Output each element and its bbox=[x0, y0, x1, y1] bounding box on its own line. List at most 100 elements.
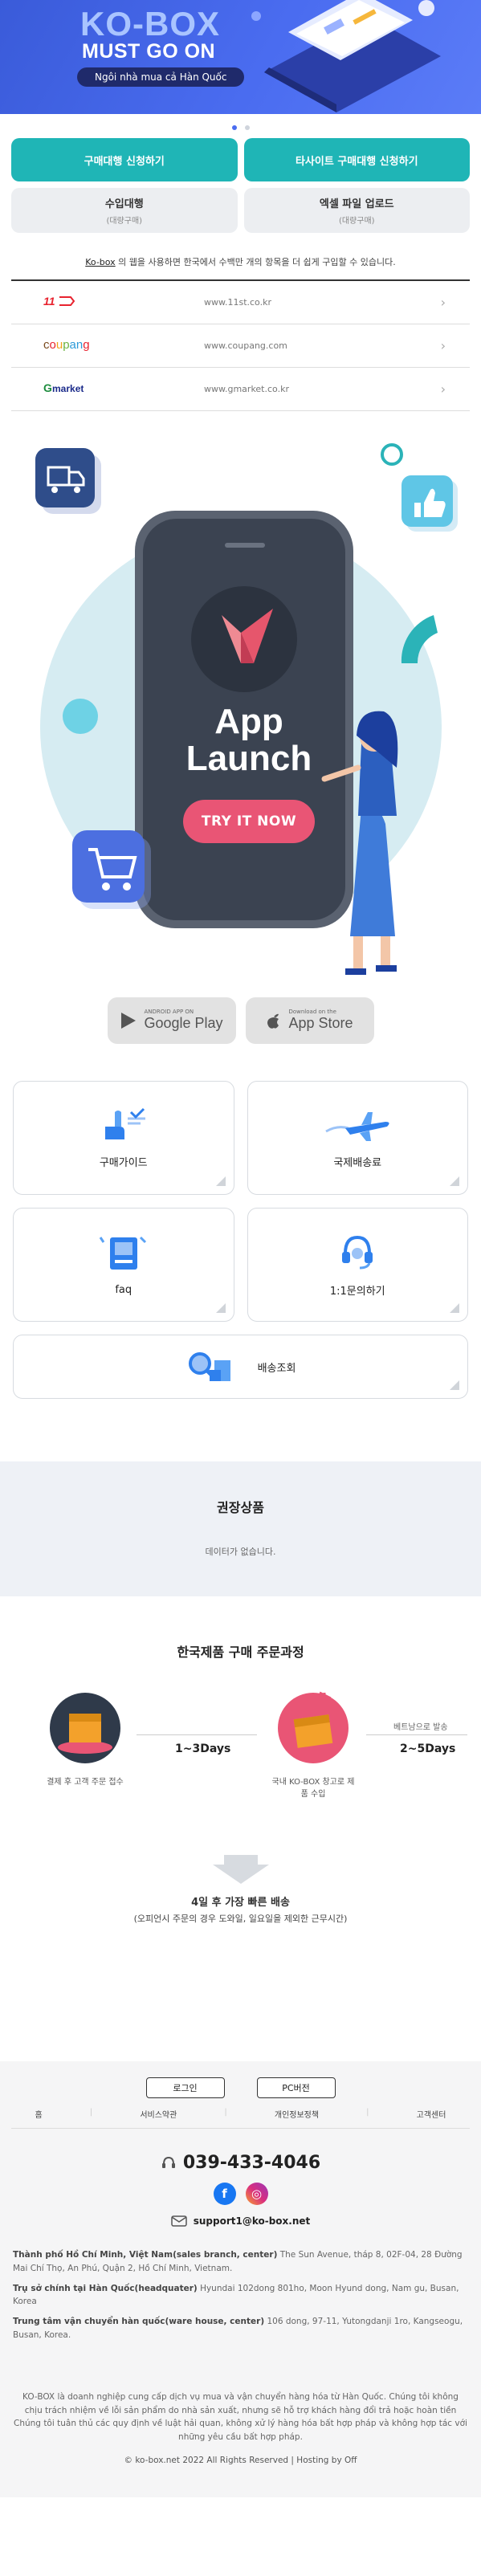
address-sales: Thành phố Hồ Chí Minh, Việt Nam(sales br… bbox=[13, 2248, 468, 2276]
faq-label: faq bbox=[115, 1283, 132, 1296]
purchase-guide-card[interactable]: 구매가이드 bbox=[13, 1081, 234, 1195]
mall-row-gmarket[interactable]: Gmarket www.gmarket.co.kr › bbox=[11, 368, 470, 411]
delivery-tracking-card[interactable]: 배송조회 bbox=[13, 1335, 468, 1399]
footer-link-home[interactable]: 홈 bbox=[35, 2108, 43, 2120]
footer-link-support[interactable]: 고객센터 bbox=[417, 2108, 446, 2120]
app-store-label: App Store bbox=[288, 1014, 353, 1031]
email[interactable]: support1@ko-box.net bbox=[0, 2215, 481, 2228]
mall-url: www.coupang.com bbox=[204, 340, 287, 351]
inquiry-card[interactable]: 1:1문의하기 bbox=[247, 1208, 468, 1322]
login-button[interactable]: 로그인 bbox=[145, 2077, 225, 2098]
footer-link-terms[interactable]: 서비스약관 bbox=[140, 2108, 177, 2120]
app-store-buttons: ANDROID APP ON Google Play Download on t… bbox=[0, 997, 481, 1044]
copyright: © ko-box.net 2022 All Rights Reserved | … bbox=[124, 2455, 357, 2465]
magnifier-box-icon bbox=[188, 1352, 230, 1381]
address-hq-label: Trụ sở chính tại Hàn Quốc(headquater) bbox=[13, 2283, 198, 2293]
pc-version-button[interactable]: PC버전 bbox=[256, 2077, 336, 2098]
phone-number[interactable]: 039-433-4046 bbox=[0, 2153, 481, 2173]
airplane-icon bbox=[325, 1111, 389, 1141]
other-site-agent-button[interactable]: 타사이트 구매대행 신청하기 bbox=[243, 138, 470, 181]
carousel-dot[interactable] bbox=[244, 125, 250, 130]
app-launch-section: App Launch TRY IT NOW bbox=[0, 422, 481, 1001]
carousel-dot[interactable] bbox=[231, 125, 237, 130]
card-corner bbox=[215, 1176, 226, 1186]
mall-notice-brand[interactable]: Ko-box bbox=[85, 257, 115, 267]
intl-shipping-label: 국제배송료 bbox=[333, 1156, 382, 1169]
address-hq: Trụ sở chính tại Hàn Quốc(headquater) Hy… bbox=[13, 2282, 468, 2309]
address-sales-label: Thành phố Hồ Chí Minh, Việt Nam(sales br… bbox=[13, 2250, 278, 2260]
hero-brand: KO-BOX bbox=[80, 5, 220, 43]
gmarket-logo-icon: Gmarket bbox=[43, 381, 204, 397]
recommended-section: 권장상품 데이터가 없습니다. bbox=[0, 1461, 481, 1596]
final-delivery-sub: (오피언시 주문의 경우 도와일, 일요일을 제외한 근무시간) bbox=[133, 1914, 348, 1924]
mall-url: www.gmarket.co.kr bbox=[204, 384, 289, 394]
excel-upload-button[interactable]: 엑셀 파일 업로드 (대량구매) bbox=[243, 188, 470, 233]
excel-upload-sub: (대량구매) bbox=[338, 217, 375, 226]
card-corner bbox=[450, 1303, 459, 1313]
order-process-title: 한국제품 구매 주문과정 bbox=[177, 1645, 304, 1660]
action-buttons: 구매대행 신청하기 타사이트 구매대행 신청하기 수입대행 (대량구매) 엑셀 … bbox=[0, 138, 481, 233]
flow-days-2: 2~5Days bbox=[400, 1742, 456, 1755]
instagram-icon[interactable]: ◎ bbox=[245, 2183, 268, 2205]
google-play-button[interactable]: ANDROID APP ON Google Play bbox=[107, 997, 236, 1044]
mall-url: www.11st.co.kr bbox=[204, 297, 271, 308]
divider: | bbox=[89, 2108, 93, 2117]
mall-list: 11 www.11st.co.kr › coupang www.coupang.… bbox=[11, 279, 470, 411]
mall-row-11st[interactable]: 11 www.11st.co.kr › bbox=[11, 281, 470, 324]
hand-click-icon bbox=[104, 1107, 145, 1139]
final-delivery: 4일 후 가장 빠른 배송 (오피언시 주문의 경우 도와일, 일요일을 제외한… bbox=[0, 1855, 481, 1925]
headset-icon bbox=[161, 2156, 175, 2168]
flow-days-1: 1~3Days bbox=[175, 1742, 231, 1755]
mall-notice: Ko-box 의 웹을 사용하면 한국에서 수백만 개의 항목을 더 쉽게 구입… bbox=[0, 255, 481, 268]
import-agent-sub: (대량구매) bbox=[106, 217, 143, 226]
svg-text:11: 11 bbox=[43, 295, 55, 308]
intl-shipping-card[interactable]: 국제배송료 bbox=[247, 1081, 468, 1195]
address-warehouse-label: Trung tâm vận chuyển hàn quốc(ware house… bbox=[13, 2317, 265, 2327]
svg-text:market: market bbox=[52, 383, 84, 394]
hero-banner[interactable]: KO-BOX MUST GO ON Ngôi nhà mua cả Hàn Qu… bbox=[0, 0, 481, 114]
page: KO-BOX MUST GO ON Ngôi nhà mua cả Hàn Qu… bbox=[0, 0, 481, 2576]
google-play-label: Google Play bbox=[144, 1014, 223, 1031]
flow-line bbox=[366, 1734, 467, 1735]
footer-links: 홈 | 서비스약관 | 개인정보정책 | 고객센터 bbox=[11, 2108, 470, 2129]
card-corner bbox=[450, 1380, 459, 1390]
chevron-right-icon: › bbox=[440, 381, 446, 397]
purchase-agent-button[interactable]: 구매대행 신청하기 bbox=[11, 138, 238, 181]
flow-step-1: 결제 후 고객 주문 접수 bbox=[47, 1778, 124, 1787]
app-store-button[interactable]: Download on the App Store bbox=[245, 997, 374, 1044]
recommended-empty-text: 데이터가 없습니다. bbox=[205, 1547, 276, 1557]
import-agent-button[interactable]: 수입대행 (대량구매) bbox=[11, 188, 238, 233]
service-cards: 구매가이드 국제배송료 faq 1:1문의하기 배송조회 bbox=[0, 1081, 481, 1399]
email-text: support1@ko-box.net bbox=[193, 2215, 311, 2227]
card-corner bbox=[215, 1303, 226, 1313]
arrow-down-icon bbox=[212, 1855, 269, 1884]
11st-logo-icon: 11 bbox=[43, 295, 204, 311]
app-launch-title-line1: App bbox=[214, 702, 283, 741]
facebook-icon[interactable]: f bbox=[213, 2183, 236, 2205]
svg-text:coupang: coupang bbox=[43, 338, 90, 352]
carousel-dots bbox=[0, 114, 481, 138]
recommended-title: 권장상품 bbox=[217, 1500, 264, 1515]
purchase-guide-label: 구매가이드 bbox=[99, 1156, 148, 1169]
address-warehouse: Trung tâm vận chuyển hàn quốc(ware house… bbox=[13, 2315, 468, 2342]
mall-row-coupang[interactable]: coupang www.coupang.com › bbox=[11, 324, 470, 368]
headset-icon bbox=[342, 1235, 373, 1269]
mall-notice-text: 의 웹을 사용하면 한국에서 수백만 개의 항목을 더 쉽게 구입할 수 있습니… bbox=[115, 257, 396, 267]
coupang-logo-icon: coupang bbox=[43, 337, 204, 355]
footer-link-privacy[interactable]: 개인정보정책 bbox=[275, 2108, 319, 2120]
try-it-now-button[interactable]: TRY IT NOW bbox=[183, 800, 315, 843]
phone-text: 039-433-4046 bbox=[182, 2153, 321, 2173]
flow-step-2: 국내 KO-BOX 창고로 제품 수입 bbox=[271, 1778, 355, 1799]
import-agent-label: 수입대행 bbox=[104, 198, 144, 210]
addresses: Thành phố Hồ Chí Minh, Việt Nam(sales br… bbox=[13, 2248, 468, 2342]
google-play-icon bbox=[121, 1013, 137, 1029]
mail-icon bbox=[170, 2215, 187, 2227]
delivery-tracking-label: 배송조회 bbox=[257, 1362, 296, 1375]
final-delivery-title: 4일 후 가장 빠른 배송 bbox=[191, 1897, 290, 1909]
laptop-illustration-icon bbox=[251, 0, 441, 112]
excel-upload-label: 엑셀 파일 업로드 bbox=[319, 198, 394, 210]
faq-card[interactable]: faq bbox=[13, 1208, 234, 1322]
apple-icon bbox=[267, 1013, 279, 1029]
book-icon bbox=[99, 1236, 146, 1270]
order-process-section: 한국제품 구매 주문과정 1~3Days 베트남으로 발송 2~5Days 결제… bbox=[0, 1596, 481, 1925]
